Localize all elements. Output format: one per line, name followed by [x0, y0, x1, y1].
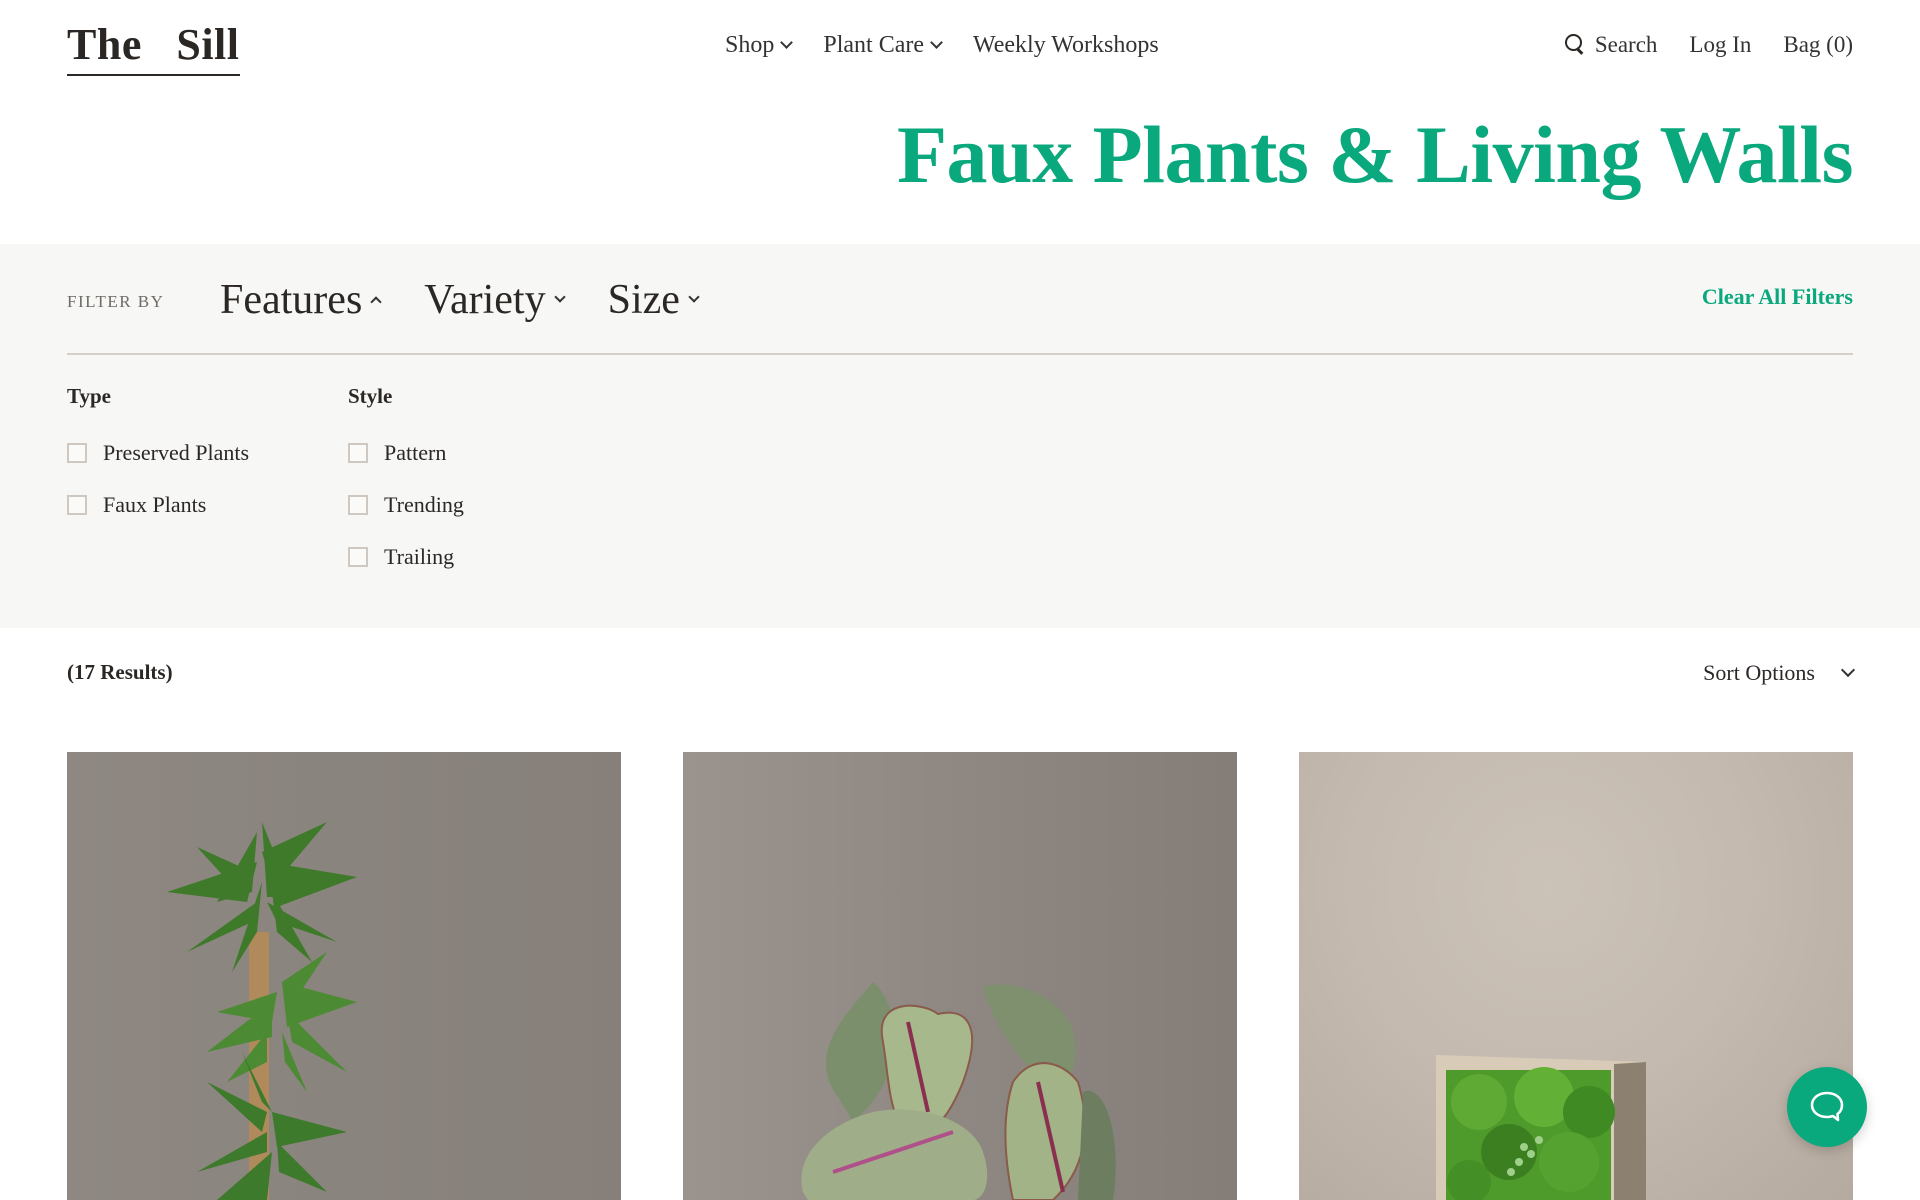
utility-nav: Search Log In Bag (0): [1564, 32, 1853, 58]
product-image-living-wall: [1436, 1055, 1646, 1200]
filter-option-label: Faux Plants: [103, 492, 207, 517]
filter-option-label: Preserved Plants: [103, 440, 250, 465]
search-icon: [1564, 34, 1585, 56]
nav-shop-label: Shop: [725, 32, 775, 58]
main-nav: Shop Plant Care Weekly Workshops: [725, 32, 1159, 59]
filter-option-trending[interactable]: Trending: [348, 479, 464, 531]
filter-tab-features[interactable]: Features: [220, 276, 382, 324]
product-image-dracaena: [167, 822, 357, 1200]
filter-group-type: Type Preserved Plants Faux Plants: [67, 384, 249, 531]
filter-option-pattern[interactable]: Pattern: [348, 427, 464, 479]
site-header: The Sill Shop Plant Care Weekly Workshop…: [0, 0, 1920, 100]
bag-link[interactable]: Bag (0): [1783, 32, 1853, 58]
page-title: Faux Plants & Living Walls: [896, 109, 1854, 200]
filter-option-faux-plants[interactable]: Faux Plants: [67, 479, 249, 531]
search-label: Search: [1594, 32, 1658, 57]
login-link[interactable]: Log In: [1689, 32, 1751, 58]
nav-plant-care-label: Plant Care: [823, 32, 924, 58]
search-button[interactable]: Search: [1564, 32, 1658, 58]
filter-group-style: Style Pattern Trending Trailing: [348, 384, 464, 583]
filter-option-label: Trailing: [384, 544, 455, 569]
checkbox[interactable]: [67, 443, 87, 463]
sort-options-dropdown[interactable]: Sort Options: [1703, 660, 1856, 686]
filter-tab-variety[interactable]: Variety: [424, 276, 566, 324]
nav-shop[interactable]: Shop: [725, 32, 794, 59]
chevron-down-icon: [780, 36, 794, 49]
product-card[interactable]: [1299, 752, 1853, 1200]
filter-option-preserved-plants[interactable]: Preserved Plants: [67, 427, 249, 479]
filter-tabs: Features Variety Size: [220, 276, 700, 324]
chevron-up-icon: [370, 296, 382, 308]
nav-plant-care[interactable]: Plant Care: [823, 32, 943, 59]
filter-group-heading: Style: [348, 384, 393, 408]
checkbox[interactable]: [348, 547, 368, 567]
checkbox[interactable]: [348, 443, 368, 463]
chat-button[interactable]: [1787, 1067, 1867, 1147]
nav-weekly-workshops[interactable]: Weekly Workshops: [973, 32, 1159, 59]
chevron-down-icon: [688, 291, 700, 303]
site-logo[interactable]: The Sill: [67, 21, 240, 77]
results-count: (17 Results): [67, 660, 173, 684]
filter-group-heading: Type: [67, 384, 111, 408]
filter-panel: FILTER BY Features Variety Size Clear Al…: [0, 244, 1920, 628]
sort-options-label: Sort Options: [1703, 660, 1815, 685]
chevron-down-icon: [553, 291, 566, 303]
filter-tab-label: Features: [220, 277, 363, 323]
chevron-down-icon: [1840, 662, 1856, 678]
nav-weekly-workshops-label: Weekly Workshops: [973, 32, 1159, 58]
filter-tab-label: Size: [607, 277, 680, 323]
checkbox[interactable]: [348, 495, 368, 515]
checkbox[interactable]: [67, 495, 87, 515]
filter-option-trailing[interactable]: Trailing: [348, 531, 464, 583]
filter-tab-size[interactable]: Size: [607, 276, 700, 324]
product-card[interactable]: [67, 752, 621, 1200]
chat-bubble-icon: [1810, 1091, 1844, 1122]
filter-option-label: Trending: [384, 492, 464, 517]
chevron-down-icon: [930, 36, 943, 49]
filter-tab-label: Variety: [424, 277, 546, 323]
product-image-begonia: [801, 982, 1116, 1200]
filter-by-label: FILTER BY: [67, 292, 165, 311]
clear-all-filters-button[interactable]: Clear All Filters: [1702, 284, 1853, 310]
filter-divider: [67, 353, 1853, 355]
filter-option-label: Pattern: [384, 440, 447, 465]
product-card[interactable]: [683, 752, 1237, 1200]
